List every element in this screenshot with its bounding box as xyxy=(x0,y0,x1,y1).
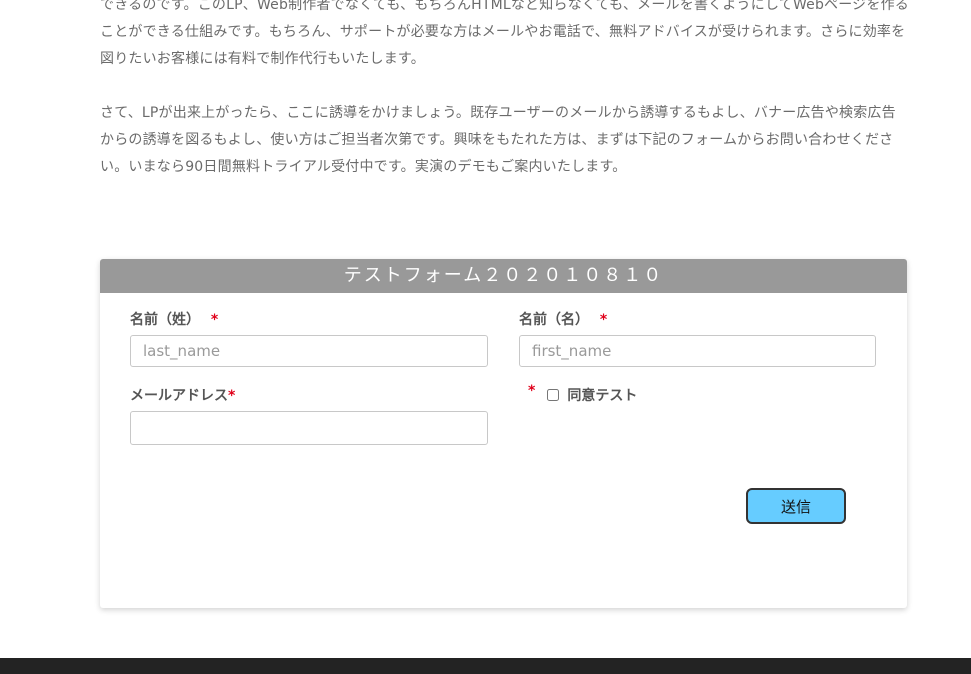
required-mark: * xyxy=(528,383,536,399)
first-name-label-text: 名前（名） xyxy=(519,312,589,328)
footer-bar xyxy=(0,658,971,674)
consent-checkbox[interactable] xyxy=(547,389,560,401)
last-name-label-text: 名前（姓） xyxy=(130,312,200,328)
submit-button[interactable]: 送信 xyxy=(746,488,846,524)
form-title: テストフォーム２０２０１０８１０ xyxy=(100,259,907,293)
email-label-text: メールアドレス xyxy=(130,388,228,404)
required-mark: * xyxy=(228,388,236,404)
intro-text: できるのです。このLP、Web制作者でなくても、もちろんHTMLなど知らなくても… xyxy=(100,0,910,208)
required-mark: * xyxy=(210,312,219,328)
consent-field: * 同意テスト xyxy=(528,383,638,405)
email-input[interactable] xyxy=(130,411,488,445)
last-name-label: 名前（姓） * xyxy=(130,309,218,329)
intro-paragraph-2: さて、LPが出来上がったら、ここに誘導をかけましょう。既存ユーザーのメールから誘… xyxy=(100,105,896,175)
required-mark: * xyxy=(599,312,608,328)
consent-label: 同意テスト xyxy=(567,388,638,404)
intro-paragraph-1: できるのです。このLP、Web制作者でなくても、もちろんHTMLなど知らなくても… xyxy=(100,0,909,67)
email-label: メールアドレス* xyxy=(130,385,235,405)
last-name-input[interactable] xyxy=(130,335,488,367)
first-name-input[interactable] xyxy=(519,335,876,367)
contact-form: テストフォーム２０２０１０８１０ 名前（姓） * 名前（名） * メールアドレス… xyxy=(100,259,907,608)
first-name-label: 名前（名） * xyxy=(519,309,607,329)
